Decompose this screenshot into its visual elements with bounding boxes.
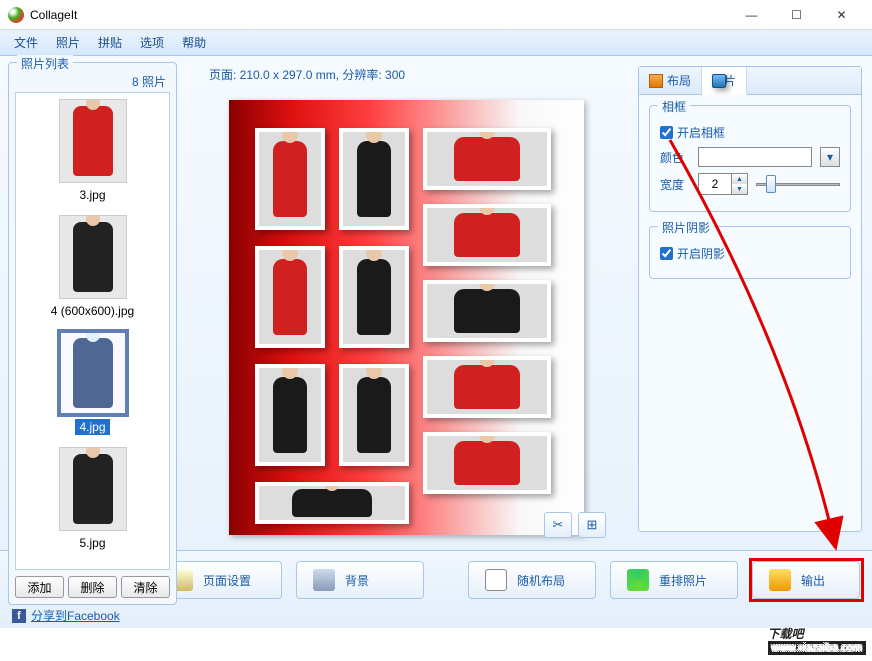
enable-frame-label: 开启相框 <box>677 124 725 141</box>
enable-shadow-checkbox[interactable] <box>660 247 673 260</box>
menu-collage[interactable]: 拼贴 <box>90 31 130 54</box>
collage-photo[interactable] <box>423 432 551 494</box>
collage-photo[interactable] <box>423 204 551 266</box>
color-dropdown-button[interactable]: ▾ <box>820 147 840 167</box>
export-icon <box>769 569 791 591</box>
collage-photo[interactable] <box>339 246 409 348</box>
photo-list-group: 照片列表 8 照片 3.jpg4 (600x600).jpg4.jpg5.jpg… <box>8 62 177 605</box>
background-button[interactable]: 背景 <box>296 561 424 599</box>
enable-frame-checkbox[interactable] <box>660 126 673 139</box>
app-title: CollageIt <box>30 8 729 22</box>
add-button[interactable]: 添加 <box>15 576 64 598</box>
clear-button[interactable]: 清除 <box>121 576 170 598</box>
app-icon <box>8 7 24 23</box>
collage-photo[interactable] <box>255 128 325 230</box>
menubar: 文件 照片 拼贴 选项 帮助 <box>0 30 872 56</box>
export-button[interactable]: 输出 <box>752 561 860 599</box>
list-item[interactable]: 4.jpg <box>22 331 163 435</box>
layout-icon <box>649 74 663 88</box>
tab-photo[interactable]: 照片 <box>702 67 747 95</box>
properties-tabs: 布局 照片 相框 开启相框 颜色 ▾ 宽度 <box>638 66 862 532</box>
shadow-group: 照片阴影 开启阴影 <box>649 226 851 279</box>
collage-photo[interactable] <box>339 364 409 466</box>
collage-canvas[interactable] <box>229 100 584 535</box>
photo-icon <box>712 74 726 88</box>
refresh-icon <box>627 569 649 591</box>
frame-group: 相框 开启相框 颜色 ▾ 宽度 ▲▼ <box>649 105 851 212</box>
thumbnail-list[interactable]: 3.jpg 4 (600x600).jpg 4.jpg 5.jpg <box>15 92 170 570</box>
enable-shadow-label: 开启阴影 <box>677 245 725 262</box>
delete-button[interactable]: 删除 <box>68 576 117 598</box>
maximize-button[interactable]: ☐ <box>774 1 819 29</box>
menu-options[interactable]: 选项 <box>132 31 172 54</box>
spin-up[interactable]: ▲ <box>732 174 747 184</box>
list-item[interactable]: 5.jpg <box>22 447 163 551</box>
collage-photo[interactable] <box>423 128 551 190</box>
list-item[interactable]: 4 (600x600).jpg <box>22 215 163 319</box>
color-label: 颜色 <box>660 149 690 166</box>
minimize-button[interactable]: — <box>729 1 774 29</box>
menu-help[interactable]: 帮助 <box>174 31 214 54</box>
random-layout-button[interactable]: 随机布局 <box>468 561 596 599</box>
collage-photo[interactable] <box>339 128 409 230</box>
collage-photo[interactable] <box>423 356 551 418</box>
photo-list-title: 照片列表 <box>17 55 73 72</box>
dice-icon <box>485 569 507 591</box>
menu-file[interactable]: 文件 <box>6 31 46 54</box>
share-facebook-link[interactable]: f 分享到Facebook <box>12 607 860 624</box>
collage-photo[interactable] <box>255 482 409 524</box>
tab-layout[interactable]: 布局 <box>639 67 702 94</box>
frame-color-swatch[interactable] <box>698 147 812 167</box>
frame-group-title: 相框 <box>658 98 690 115</box>
spin-down[interactable]: ▼ <box>732 184 747 194</box>
menu-photo[interactable]: 照片 <box>48 31 88 54</box>
photo-count: 8 照片 <box>15 71 170 92</box>
collage-photo[interactable] <box>255 364 325 466</box>
shadow-group-title: 照片阴影 <box>658 219 714 236</box>
crop-tool-button[interactable]: ✂ <box>544 512 572 538</box>
titlebar: CollageIt — ☐ ✕ <box>0 0 872 30</box>
close-button[interactable]: ✕ <box>819 1 864 29</box>
frame-width-spinner[interactable]: ▲▼ <box>698 173 748 195</box>
page-info: 页面: 210.0 x 297.0 mm, 分辨率: 300 <box>195 62 618 91</box>
facebook-icon: f <box>12 609 26 623</box>
reshuffle-button[interactable]: 重排照片 <box>610 561 738 599</box>
collage-photo[interactable] <box>255 246 325 348</box>
frame-width-slider[interactable] <box>756 174 840 194</box>
list-item[interactable]: 3.jpg <box>22 99 163 203</box>
background-icon <box>313 569 335 591</box>
frame-width-input[interactable] <box>699 174 731 194</box>
fit-tool-button[interactable]: ⊞ <box>578 512 606 538</box>
width-label: 宽度 <box>660 176 690 193</box>
collage-photo[interactable] <box>423 280 551 342</box>
